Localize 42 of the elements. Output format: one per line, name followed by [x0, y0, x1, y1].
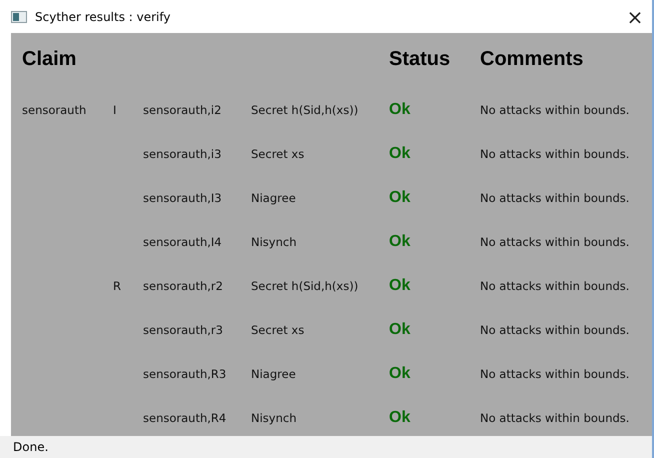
table-cell: sensorauth,r2	[143, 279, 223, 293]
table-cell: No attacks within bounds.	[480, 411, 630, 425]
table-cell: Secret h(Sid,h(xs))	[251, 279, 358, 293]
table-cell: No attacks within bounds.	[480, 103, 630, 117]
table-cell: No attacks within bounds.	[480, 147, 630, 161]
status-text: Ok	[389, 277, 410, 294]
window-title: Scyther results : verify	[35, 10, 170, 24]
close-button[interactable]: ×	[618, 2, 652, 32]
status-text: Ok	[389, 321, 410, 338]
table-cell: No attacks within bounds.	[480, 191, 630, 205]
column-header: Claim	[22, 48, 78, 70]
table-cell: Secret xs	[251, 147, 304, 161]
table-cell: Secret h(Sid,h(xs))	[251, 103, 358, 117]
table-cell: I	[113, 103, 116, 117]
status-text: Ok	[389, 145, 410, 162]
column-header: Status	[389, 48, 452, 70]
table-cell: sensorauth,R4	[143, 411, 226, 425]
table-cell: sensorauth,I3	[143, 191, 222, 205]
status-text: Ok	[389, 101, 410, 118]
table-cell: Nisynch	[251, 235, 296, 249]
table-cell: sensorauth	[22, 103, 86, 117]
status-text: Ok	[389, 189, 410, 206]
table-cell: sensorauth,i3	[143, 147, 222, 161]
table-cell: sensorauth,I4	[143, 235, 222, 249]
status-text: Ok	[389, 233, 410, 250]
table-cell: Nisynch	[251, 411, 296, 425]
table-cell: sensorauth,R3	[143, 367, 226, 381]
status-bar-text: Done.	[13, 440, 48, 454]
table-cell: No attacks within bounds.	[480, 323, 630, 337]
status-text: Ok	[389, 409, 410, 426]
table-cell: Niagree	[251, 367, 296, 381]
table-cell: No attacks within bounds.	[480, 235, 630, 249]
column-header: Comments	[480, 48, 584, 70]
table-cell: Niagree	[251, 191, 296, 205]
table-cell: Secret xs	[251, 323, 304, 337]
table-cell: No attacks within bounds.	[480, 367, 630, 381]
table-cell: sensorauth,r3	[143, 323, 223, 337]
table-cell: No attacks within bounds.	[480, 279, 630, 293]
table-cell: sensorauth,i2	[143, 103, 222, 117]
status-text: Ok	[389, 365, 410, 382]
table-cell: R	[113, 279, 121, 293]
app-icon	[11, 10, 27, 22]
